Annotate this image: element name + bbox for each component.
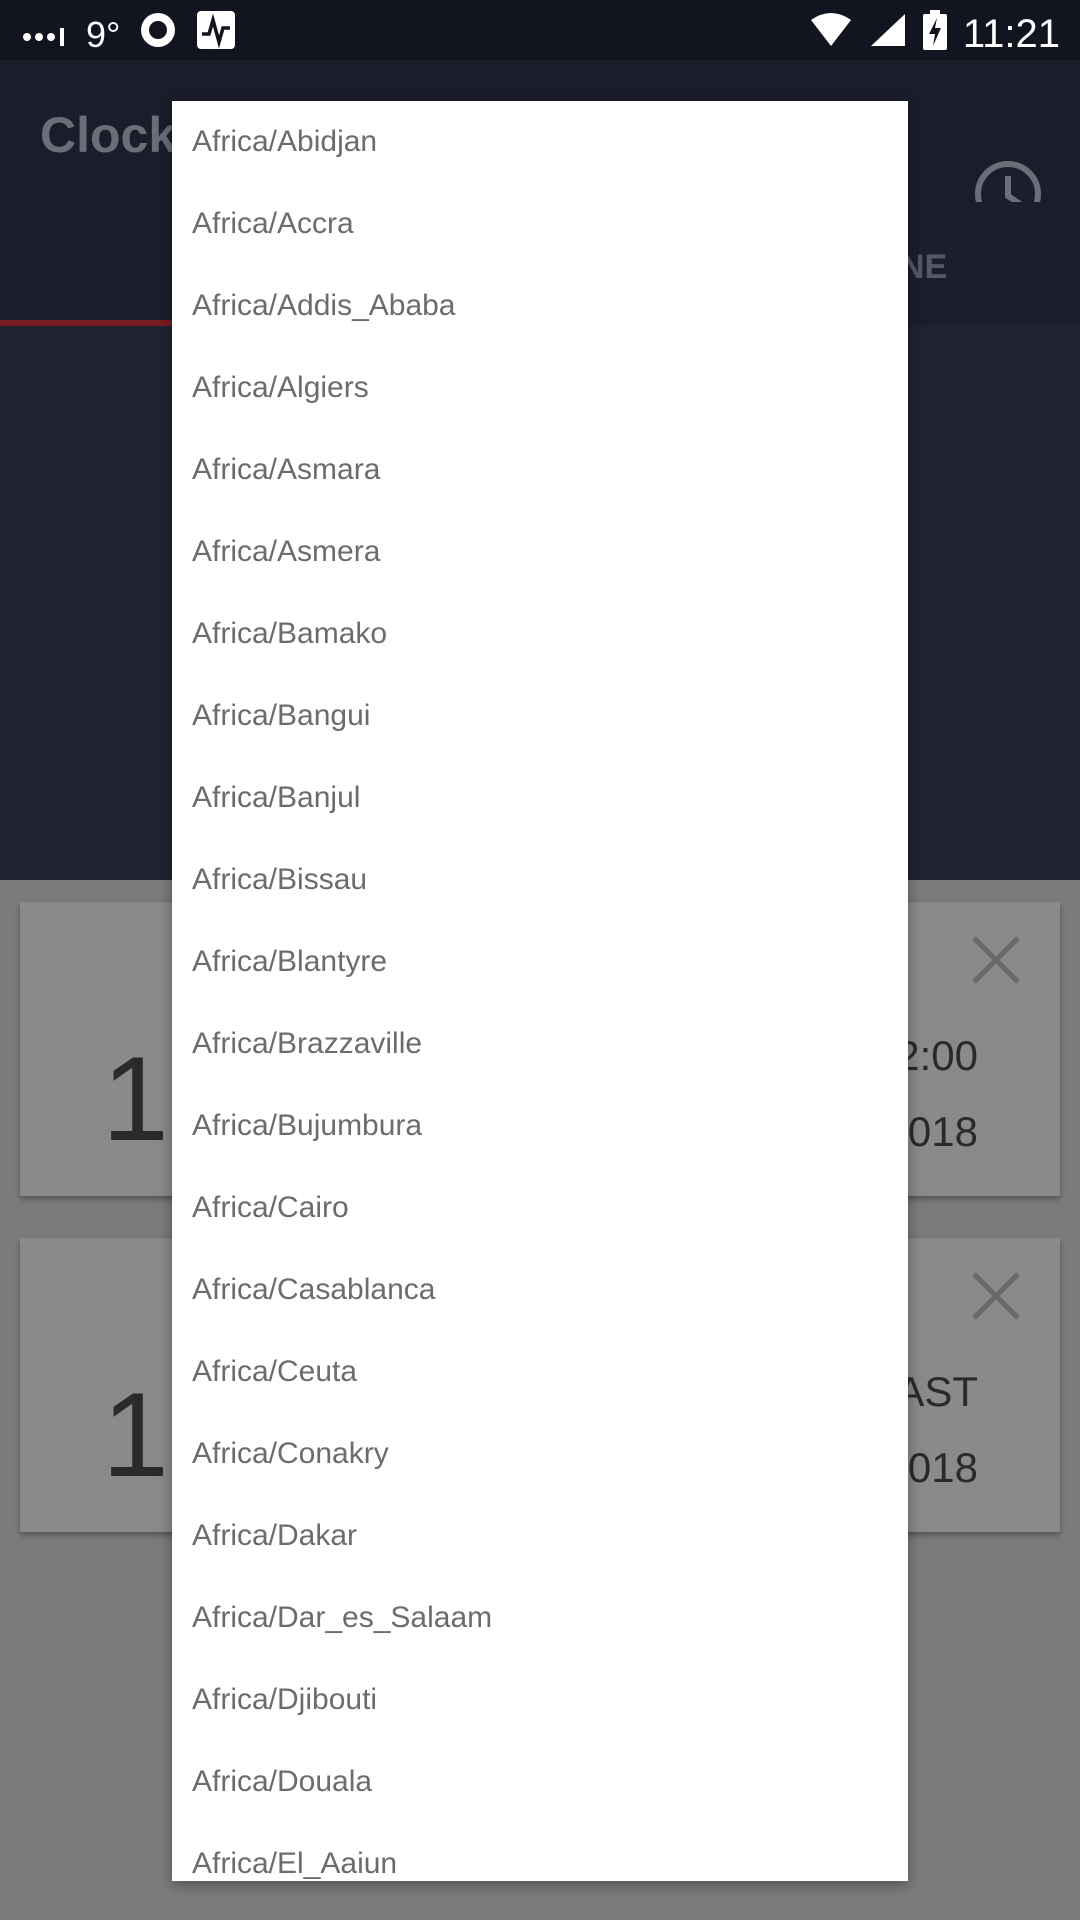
timezone-option[interactable]: Africa/Bangui (172, 675, 908, 757)
timezone-option[interactable]: Africa/Brazzaville (172, 1003, 908, 1085)
timezone-option[interactable]: Africa/Asmera (172, 511, 908, 593)
status-right: 11:21 (809, 10, 1060, 59)
temperature: 9° (86, 13, 121, 55)
card-date: 018 (907, 1108, 978, 1155)
close-icon[interactable] (968, 1268, 1024, 1324)
timezone-option[interactable]: Africa/Blantyre (172, 921, 908, 1003)
timezone-option[interactable]: Africa/Bissau (172, 839, 908, 921)
timezone-dropdown[interactable]: Africa/Abidjan Africa/Accra Africa/Addis… (172, 101, 908, 1881)
timezone-option[interactable]: Africa/Ceuta (172, 1331, 908, 1413)
close-icon[interactable] (968, 932, 1024, 988)
timezone-option[interactable]: Africa/Accra (172, 183, 908, 265)
timezone-option[interactable]: Africa/Djibouti (172, 1659, 908, 1741)
timezone-option[interactable]: Africa/Casablanca (172, 1249, 908, 1331)
timezone-option[interactable]: Africa/Banjul (172, 757, 908, 839)
timezone-option[interactable]: Africa/Bujumbura (172, 1085, 908, 1167)
status-time: 11:21 (962, 12, 1060, 56)
activity-icon (196, 10, 236, 59)
battery-charging-icon (922, 10, 947, 59)
timezone-option[interactable]: Africa/Cairo (172, 1167, 908, 1249)
timezone-option[interactable]: Africa/Abidjan (172, 101, 908, 183)
card-time: 2:00 (896, 1032, 978, 1079)
timezone-option[interactable]: Africa/El_Aaiun (172, 1823, 908, 1881)
status-left: 9° (22, 10, 236, 59)
timezone-option[interactable]: Africa/Algiers (172, 347, 908, 429)
timezone-option[interactable]: Africa/Dar_es_Salaam (172, 1577, 908, 1659)
card-hour: 1 (102, 1368, 169, 1502)
timezone-option[interactable]: Africa/Douala (172, 1741, 908, 1823)
card-date: 018 (907, 1444, 978, 1491)
timezone-option[interactable]: Africa/Asmara (172, 429, 908, 511)
timezone-option[interactable]: Africa/Dakar (172, 1495, 908, 1577)
record-icon (138, 10, 178, 59)
cell-signal-icon (869, 12, 907, 57)
timezone-option[interactable]: Africa/Bamako (172, 593, 908, 675)
timezone-option[interactable]: Africa/Addis_Ababa (172, 265, 908, 347)
app-title: Clock (40, 107, 177, 163)
card-time: AST (896, 1368, 978, 1415)
signal-dots-icon (22, 14, 68, 56)
card-hour: 1 (102, 1032, 169, 1166)
timezone-option[interactable]: Africa/Conakry (172, 1413, 908, 1495)
wifi-icon (809, 12, 853, 57)
status-bar: 9° 11:21 (0, 0, 1080, 60)
